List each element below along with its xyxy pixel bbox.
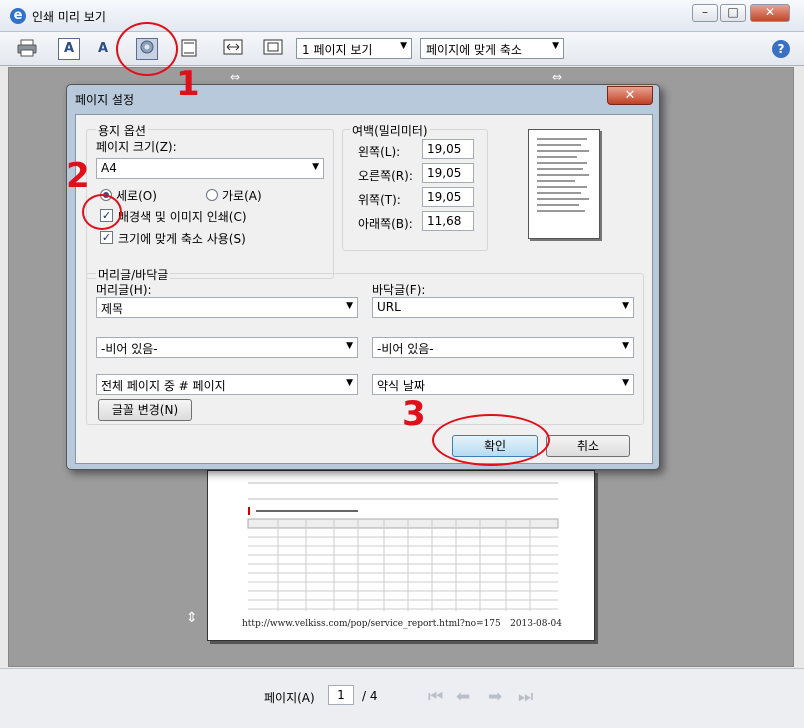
page-total: / 4 [362,689,378,703]
page-thumbnail [528,129,600,239]
annotation-circle-1 [116,22,178,76]
annotation-number-3: 3 [402,394,426,434]
previous-page-icon[interactable]: ⬅ [456,687,470,707]
page-setup-dialog: 페이지 설정 ✕ 용지 옵션 페이지 크기(Z): A4 ▼ 세로(O) 가로(… [66,84,660,470]
minimize-button[interactable]: – [692,4,718,22]
window-title-bar: e 인쇄 미리 보기 – □ ✕ [0,0,804,32]
dialog-title: 페이지 설정 [75,93,135,107]
window-title: 인쇄 미리 보기 [32,10,106,24]
paper-size-value: A4 [101,161,117,175]
maximize-button[interactable]: □ [720,4,746,22]
chevron-down-icon: ▼ [312,162,319,172]
header-footer-icon[interactable] [178,38,200,60]
header-select-2[interactable]: -비어 있음- ▼ [96,337,358,358]
header-label: 머리글(H): [96,283,152,297]
dialog-close-button[interactable]: ✕ [607,86,653,105]
print-icon[interactable] [16,38,38,60]
landscape-icon[interactable]: A [92,38,114,60]
cancel-button[interactable]: 취소 [546,435,630,457]
margins-label: 여백(밀리미터) [350,122,430,139]
page-number-input[interactable]: 1 [328,685,354,705]
page-view-select-value: 1 페이지 보기 [302,43,373,57]
header-select-1-value: 제목 [101,302,124,316]
margin-handle-icon[interactable]: ⇕ [186,610,198,626]
chevron-down-icon: ▼ [622,301,629,311]
margin-top-label: 위쪽(T): [358,193,401,207]
annotation-number-2: 2 [66,156,90,196]
landscape-label: 가로(A) [222,189,262,203]
header-select-3[interactable]: 전체 페이지 중 # 페이지 ▼ [96,374,358,395]
fit-select[interactable]: 페이지에 맞게 축소 ▼ [420,38,564,59]
annotation-circle-2 [82,194,122,230]
chevron-down-icon: ▼ [622,341,629,351]
header-select-2-value: -비어 있음- [101,342,158,356]
chevron-down-icon: ▼ [346,378,353,388]
fit-select-value: 페이지에 맞게 축소 [426,43,522,57]
shrink-to-fit-label: 크기에 맞게 축소 사용(S) [118,232,246,246]
footer-select-1-value: URL [377,300,401,314]
header-select-3-value: 전체 페이지 중 # 페이지 [101,379,226,393]
help-icon[interactable]: ? [772,40,790,58]
footer-label: 바닥글(F): [372,283,426,297]
annotation-number-1: 1 [176,64,200,104]
footer-select-2-value: -비어 있음- [377,342,434,356]
chevron-down-icon: ▼ [400,41,407,51]
chevron-down-icon: ▼ [552,41,559,51]
margin-top-input[interactable]: 19,05 [422,187,474,207]
full-page-icon[interactable] [262,38,284,60]
margin-left-label: 왼쪽(L): [358,145,401,159]
dialog-body: 용지 옵션 페이지 크기(Z): A4 ▼ 세로(O) 가로(A) ✓ 배경색 … [75,114,653,464]
footer-select-3[interactable]: 약식 날짜 ▼ [372,374,634,395]
preview-footer-date: 2013-08-04 [510,619,562,629]
margin-handle-icon[interactable]: ⇔ [552,70,562,84]
chevron-down-icon: ▼ [346,301,353,311]
preview-footer-url: http://www.velkiss.com/pop/service_repor… [242,619,501,629]
footer-select-1[interactable]: URL ▼ [372,297,634,318]
margin-right-label: 오른쪽(R): [358,169,413,183]
full-width-icon[interactable] [222,38,244,60]
footer-select-2[interactable]: -비어 있음- ▼ [372,337,634,358]
chevron-down-icon: ▼ [346,341,353,351]
margin-handle-icon[interactable]: ⇔ [230,70,240,84]
first-page-icon[interactable]: ⏮ [428,687,443,707]
preview-page: http://www.velkiss.com/pop/service_repor… [207,470,595,641]
landscape-radio[interactable] [206,189,218,201]
change-font-button[interactable]: 글꼴 변경(N) [98,399,192,421]
shrink-to-fit-checkbox[interactable]: ✓ [100,231,113,244]
portrait-icon[interactable]: A [58,38,80,60]
annotation-circle-3 [432,414,550,466]
close-button[interactable]: ✕ [750,4,790,22]
preview-table-graphic [247,482,559,611]
footer-select-3-value: 약식 날짜 [377,379,425,393]
print-background-label: 배경색 및 이미지 인쇄(C) [118,210,247,224]
ie-logo-icon: e [10,8,26,24]
last-page-icon[interactable]: ⏭ [518,687,533,707]
margin-bottom-input[interactable]: 11,68 [422,211,474,231]
status-bar: 페이지(A) 1 / 4 ⏮ ⬅ ➡ ⏭ [0,668,804,728]
margin-left-input[interactable]: 19,05 [422,139,474,159]
page-label: 페이지(A) [264,691,315,705]
margin-bottom-label: 아래쪽(B): [358,217,413,231]
chevron-down-icon: ▼ [622,378,629,388]
margin-right-input[interactable]: 19,05 [422,163,474,183]
page-view-select[interactable]: 1 페이지 보기 ▼ [296,38,412,59]
paper-size-select[interactable]: A4 ▼ [96,158,324,179]
portrait-label: 세로(O) [116,189,157,203]
paper-size-label: 페이지 크기(Z): [96,140,177,154]
next-page-icon[interactable]: ➡ [488,687,502,707]
paper-options-label: 용지 옵션 [96,122,148,139]
header-select-1[interactable]: 제목 ▼ [96,297,358,318]
